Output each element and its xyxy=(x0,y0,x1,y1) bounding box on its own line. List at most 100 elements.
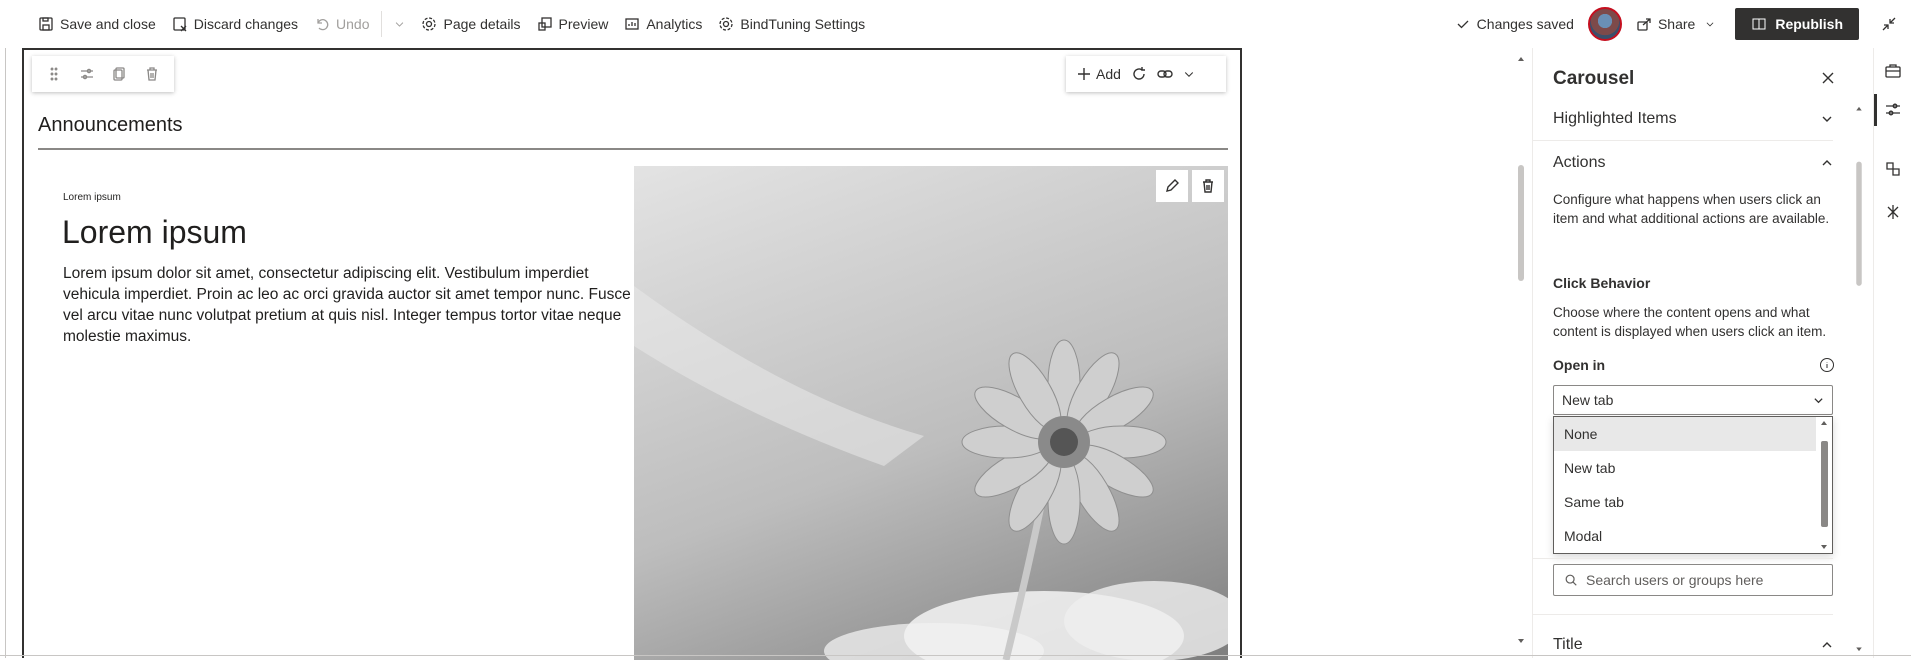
option-none[interactable]: None xyxy=(1554,417,1816,451)
bindtuning-settings-label: BindTuning Settings xyxy=(740,15,866,32)
add-label: Add xyxy=(1096,66,1121,82)
chevron-down-icon xyxy=(1814,397,1823,403)
share-label: Share xyxy=(1657,15,1696,32)
option-same-tab[interactable]: Same tab xyxy=(1554,485,1816,519)
click-behavior-description: Choose where the content opens and what … xyxy=(1553,305,1827,339)
link-icon[interactable] xyxy=(1157,66,1173,82)
webpart-toolbar xyxy=(32,56,174,92)
option-new-tab[interactable]: New tab xyxy=(1554,451,1816,485)
section-highlighted-items-label: Highlighted Items xyxy=(1553,110,1677,127)
search-placeholder: Search users or groups here xyxy=(1586,572,1764,588)
delete-icon[interactable] xyxy=(144,66,160,82)
pane-scrollbar[interactable] xyxy=(1854,105,1864,653)
properties-icon[interactable] xyxy=(1884,101,1902,119)
share-button[interactable]: Share xyxy=(1628,8,1723,40)
analytics-button[interactable]: Analytics xyxy=(616,8,710,40)
search-users-input[interactable]: Search users or groups here xyxy=(1553,564,1833,596)
info-icon[interactable] xyxy=(1819,357,1835,373)
open-in-dropdown[interactable]: New tab xyxy=(1553,385,1833,415)
options-scrollbar[interactable] xyxy=(1818,417,1830,553)
collapse-button[interactable] xyxy=(1873,8,1905,40)
pencil-icon xyxy=(1166,179,1179,192)
webpart-canvas[interactable]: Add Announcements Lorem ipsum Lorem ipsu… xyxy=(22,48,1242,660)
gear-icon xyxy=(719,16,734,31)
divider xyxy=(1533,140,1833,141)
chevron-up-icon xyxy=(1822,642,1832,648)
save-and-close-label: Save and close xyxy=(60,15,156,32)
republish-button[interactable]: Republish xyxy=(1735,7,1859,40)
preview-icon xyxy=(537,16,552,31)
save-and-close-button[interactable]: Save and close xyxy=(30,8,164,40)
delete-icon xyxy=(1203,179,1213,193)
edit-properties-icon[interactable] xyxy=(79,66,95,82)
flower-image xyxy=(634,286,1228,660)
close-icon[interactable] xyxy=(1820,70,1836,86)
refresh-icon[interactable] xyxy=(1131,66,1147,82)
duplicate-icon[interactable] xyxy=(111,66,127,82)
active-rail-indicator xyxy=(1874,94,1877,126)
section-title-label: Title xyxy=(1553,636,1583,653)
page-left-edge xyxy=(5,48,6,658)
copilot-icon[interactable] xyxy=(1884,203,1902,221)
click-behavior-heading: Click Behavior xyxy=(1553,275,1651,291)
analytics-icon xyxy=(625,17,639,30)
drag-handle-icon[interactable] xyxy=(46,66,62,82)
collapse-icon xyxy=(1882,17,1896,30)
chevron-down-icon xyxy=(1706,21,1714,26)
undo-dropdown-button[interactable] xyxy=(386,8,413,40)
undo-button[interactable]: Undo xyxy=(306,8,377,40)
page-details-label: Page details xyxy=(443,15,521,32)
chevron-down-icon xyxy=(396,21,404,27)
page-details-button[interactable]: Page details xyxy=(413,8,528,40)
pane-title: Carousel xyxy=(1553,68,1635,89)
section-title[interactable]: Title xyxy=(1553,636,1833,654)
gear-icon xyxy=(422,16,437,31)
delete-image-button[interactable] xyxy=(1192,170,1224,202)
slide-image[interactable] xyxy=(634,166,1228,660)
title-divider xyxy=(38,148,1228,150)
open-in-value: New tab xyxy=(1562,392,1614,408)
share-icon xyxy=(1637,17,1651,31)
design-ideas-icon[interactable] xyxy=(1884,160,1902,178)
open-in-options-list: None New tab Same tab Modal xyxy=(1553,416,1833,554)
discard-changes-button[interactable]: Discard changes xyxy=(164,8,306,40)
undo-label: Undo xyxy=(336,15,370,32)
section-actions-label: Actions xyxy=(1553,154,1606,171)
toolbox-icon[interactable] xyxy=(1884,62,1902,80)
edit-image-button[interactable] xyxy=(1156,170,1188,202)
plus-icon xyxy=(1078,68,1090,80)
separator xyxy=(381,10,383,37)
chevron-down-icon xyxy=(1822,116,1832,122)
chevron-down-icon[interactable] xyxy=(1183,66,1195,82)
book-icon xyxy=(1752,18,1766,29)
slide-kicker: Lorem ipsum xyxy=(63,192,121,203)
webpart-add-toolbar: Add xyxy=(1066,56,1226,92)
discard-changes-label: Discard changes xyxy=(193,15,299,32)
section-actions[interactable]: Actions xyxy=(1553,154,1833,172)
editor-scrollbar[interactable] xyxy=(1517,55,1525,645)
search-icon xyxy=(1565,574,1577,586)
command-bar: Save and close Discard changes Undo Page… xyxy=(0,0,1911,47)
webpart-title[interactable]: Announcements xyxy=(38,114,183,137)
divider xyxy=(1533,558,1833,559)
undo-icon xyxy=(317,18,329,30)
divider xyxy=(1533,614,1833,615)
section-highlighted-items[interactable]: Highlighted Items xyxy=(1553,110,1833,128)
preview-button[interactable]: Preview xyxy=(529,8,617,40)
property-pane: Carousel Highlighted Items Actions Confi… xyxy=(1532,48,1862,658)
option-modal[interactable]: Modal xyxy=(1554,519,1816,553)
chevron-up-icon xyxy=(1822,160,1832,166)
analytics-label: Analytics xyxy=(646,15,703,32)
slide-heading: Lorem ipsum xyxy=(62,214,247,250)
save-icon xyxy=(39,16,53,31)
add-button[interactable]: Add xyxy=(1076,66,1121,82)
changes-saved-label: Changes saved xyxy=(1476,15,1574,32)
avatar[interactable] xyxy=(1587,6,1622,41)
discard-icon xyxy=(173,16,187,31)
bindtuning-settings-button[interactable]: BindTuning Settings xyxy=(710,8,873,40)
slide-body: Lorem ipsum dolor sit amet, consectetur … xyxy=(63,265,631,345)
changes-saved-status: Changes saved xyxy=(1447,8,1582,40)
preview-label: Preview xyxy=(558,15,609,32)
republish-label: Republish xyxy=(1775,15,1843,32)
checkmark-icon xyxy=(1457,20,1469,28)
